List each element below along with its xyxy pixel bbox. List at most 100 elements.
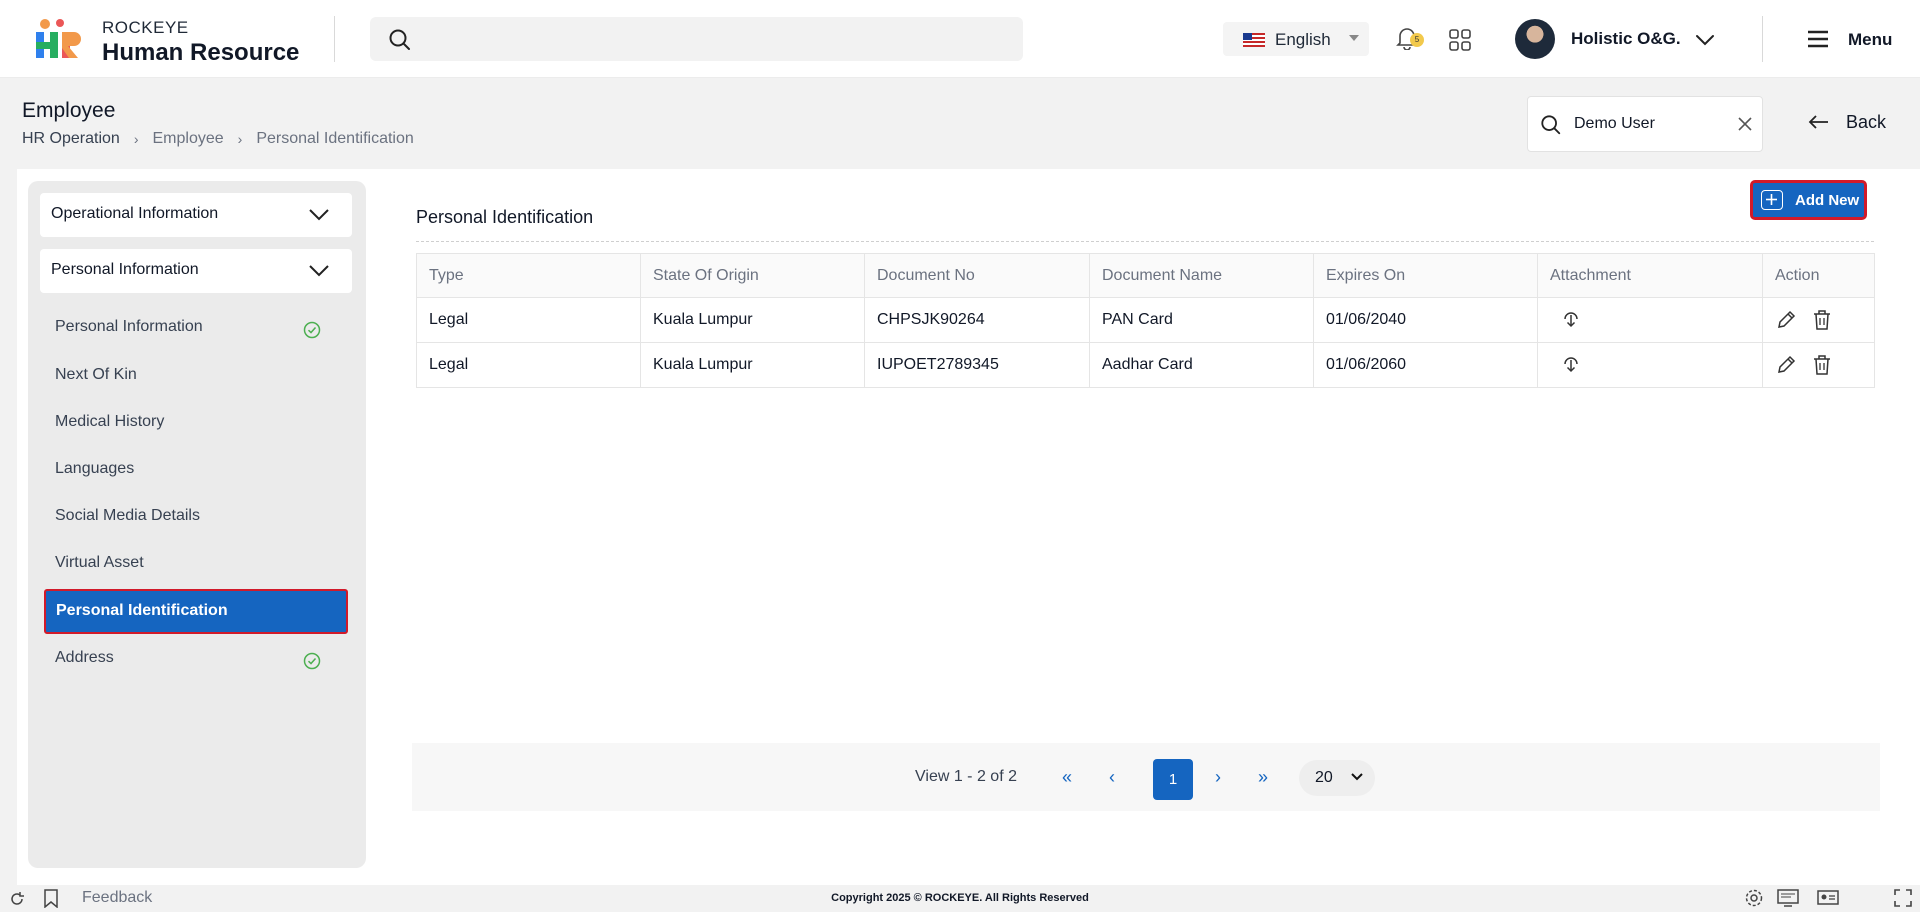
breadcrumb-item[interactable]: Employee (153, 130, 224, 148)
accordion-operational-information[interactable]: Operational Information (40, 193, 352, 237)
hamburger-icon (1808, 30, 1828, 48)
cell-attachment (1537, 297, 1763, 343)
brand-company: ROCKEYE (102, 18, 189, 37)
delete-trash-icon[interactable] (1811, 353, 1833, 377)
sidebar-item-label: Personal Identification (56, 602, 228, 619)
sidebar-item-personal-identification[interactable]: Personal Identification (44, 589, 348, 634)
column-header[interactable]: State Of Origin (640, 253, 865, 298)
table-header-row: Type State Of Origin Document No Documen… (416, 253, 1875, 298)
chevron-right-icon: › (133, 131, 139, 147)
accordion-personal-information[interactable]: Personal Information (40, 249, 352, 293)
sidebar-item-medical-history[interactable]: Medical History (55, 413, 345, 443)
next-page-icon[interactable]: › (1215, 767, 1221, 788)
arrow-left-icon (1808, 115, 1828, 129)
download-icon[interactable] (1560, 352, 1582, 374)
caret-down-icon (1349, 35, 1359, 41)
divider (334, 16, 335, 62)
cell-state-of-origin: Kuala Lumpur (640, 342, 865, 388)
employee-search-input[interactable]: Demo User (1527, 96, 1763, 152)
employee-search-value: Demo User (1574, 115, 1655, 132)
chevron-down-icon (1351, 773, 1363, 781)
settings-gear-icon[interactable] (1744, 888, 1764, 908)
sidebar-item-label: Personal Information (55, 318, 203, 335)
delete-trash-icon[interactable] (1811, 308, 1833, 332)
cell-document-name: PAN Card (1089, 297, 1314, 343)
sidebar-item-address[interactable]: Address (55, 649, 345, 679)
first-page-icon[interactable]: « (1062, 767, 1072, 788)
brand-name: ROCKEYE Human Resource (102, 18, 299, 67)
column-header: Action (1762, 253, 1875, 298)
menu-button[interactable]: Menu (1806, 27, 1892, 56)
add-new-button[interactable]: Add New (1750, 180, 1867, 220)
sidebar-item-label: Next Of Kin (55, 366, 137, 383)
menu-label: Menu (1848, 30, 1893, 49)
column-header[interactable]: Type (416, 253, 641, 298)
cell-type: Legal (416, 297, 641, 343)
footer: Feedback Copyright 2025 © ROCKEYE. All R… (0, 885, 1920, 912)
language-select[interactable]: English (1223, 22, 1369, 56)
cell-action (1762, 297, 1875, 343)
prev-page-icon[interactable]: ‹ (1109, 767, 1115, 788)
close-icon[interactable] (1738, 117, 1752, 131)
cell-action (1762, 342, 1875, 388)
chevron-down-icon (309, 209, 329, 221)
cell-document-no: CHPSJK90264 (864, 297, 1090, 343)
pagination-bar: View 1 - 2 of 2 « ‹ 1 › » 20 (412, 743, 1880, 811)
back-button[interactable]: Back (1808, 112, 1886, 136)
personal-identification-table: Type State Of Origin Document No Documen… (416, 253, 1875, 388)
page-size-select[interactable]: 20 (1299, 760, 1375, 796)
last-page-icon[interactable]: » (1258, 767, 1268, 788)
brand-product: Human Resource (102, 39, 300, 66)
column-header[interactable]: Document Name (1089, 253, 1314, 298)
notifications-button[interactable]: 5 (1396, 26, 1424, 55)
cell-type: Legal (416, 342, 641, 388)
column-header[interactable]: Expires On (1313, 253, 1538, 298)
page-number-current[interactable]: 1 (1153, 759, 1193, 800)
chevron-down-icon (309, 265, 329, 277)
sidebar-item-label: Languages (55, 460, 135, 477)
accordion-label: Operational Information (51, 205, 219, 222)
rockeye-logo-icon (36, 19, 81, 58)
sidebar-item-label: Address (55, 649, 114, 666)
language-label: English (1275, 30, 1331, 49)
user-avatar[interactable] (1515, 19, 1555, 59)
sidebar-item-virtual-asset[interactable]: Virtual Asset (55, 554, 345, 584)
cell-expires-on: 01/06/2060 (1313, 342, 1538, 388)
sidebar-item-personal-information[interactable]: Personal Information (55, 318, 345, 348)
notification-badge: 5 (1410, 33, 1424, 47)
sidebar-item-label: Medical History (55, 413, 165, 430)
back-label: Back (1846, 112, 1887, 132)
user-name[interactable]: Holistic O&G. (1571, 29, 1681, 49)
breadcrumb: HR Operation › Employee › Personal Ident… (22, 130, 414, 148)
page-size-value: 20 (1315, 769, 1333, 786)
column-header[interactable]: Document No (864, 253, 1090, 298)
table-row: Legal Kuala Lumpur CHPSJK90264 PAN Card … (416, 297, 1875, 343)
global-search-input[interactable] (370, 17, 1023, 61)
check-circle-icon (303, 321, 321, 339)
sidebar-item-next-of-kin[interactable]: Next Of Kin (55, 366, 345, 396)
download-icon[interactable] (1560, 307, 1582, 329)
divider (1762, 16, 1763, 62)
apps-grid-icon[interactable] (1449, 29, 1471, 51)
chevron-down-icon[interactable] (1694, 29, 1716, 51)
sidebar-item-label: Virtual Asset (55, 554, 144, 571)
cell-document-no: IUPOET2789345 (864, 342, 1090, 388)
monitor-icon[interactable] (1777, 888, 1799, 908)
accordion-label: Personal Information (51, 261, 199, 278)
cell-state-of-origin: Kuala Lumpur (640, 297, 865, 343)
edit-pencil-icon[interactable] (1775, 354, 1797, 376)
sidebar-item-social-media-details[interactable]: Social Media Details (55, 507, 345, 537)
fullscreen-icon[interactable] (1894, 889, 1912, 907)
edit-pencil-icon[interactable] (1775, 309, 1797, 331)
chevron-right-icon: › (237, 131, 243, 147)
search-icon (389, 29, 410, 50)
breadcrumb-item: Personal Identification (256, 130, 414, 147)
id-card-icon[interactable] (1817, 888, 1839, 908)
cell-document-name: Aadhar Card (1089, 342, 1314, 388)
column-header: Attachment (1537, 253, 1763, 298)
breadcrumb-item[interactable]: HR Operation (22, 130, 120, 148)
sidebar-item-label: Social Media Details (55, 507, 200, 524)
check-circle-icon (303, 652, 321, 670)
sidebar-item-languages[interactable]: Languages (55, 460, 345, 490)
add-new-label: Add New (1795, 192, 1860, 209)
